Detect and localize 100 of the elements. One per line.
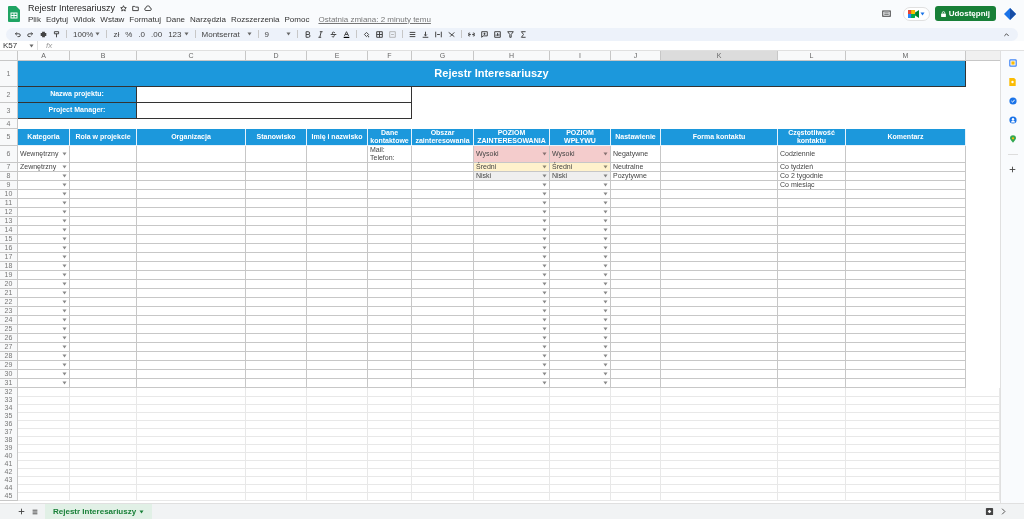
- dropdown-cell[interactable]: [474, 190, 550, 199]
- check-circle-icon[interactable]: [1008, 97, 1017, 105]
- note-icon[interactable]: [1009, 78, 1016, 86]
- contact-icon[interactable]: [1008, 116, 1017, 124]
- dropdown-cell[interactable]: [18, 217, 70, 226]
- percent-button[interactable]: %: [125, 29, 133, 39]
- menu-item[interactable]: Widok: [73, 14, 96, 25]
- diamond-icon[interactable]: [1004, 7, 1016, 20]
- sum-icon[interactable]: [519, 30, 527, 38]
- value-cell[interactable]: [137, 103, 412, 119]
- menu-item[interactable]: Dane: [165, 14, 186, 25]
- calendar-icon[interactable]: [1008, 59, 1017, 67]
- dropdown-cell[interactable]: [18, 289, 70, 298]
- dropdown-cell[interactable]: [18, 253, 70, 262]
- dropdown-cell[interactable]: [474, 379, 550, 388]
- chart-icon[interactable]: [493, 30, 501, 38]
- dropdown-cell[interactable]: [474, 352, 550, 361]
- text-wrap-icon[interactable]: [434, 30, 442, 38]
- dropdown-cell[interactable]: [550, 244, 611, 253]
- dropdown-cell[interactable]: [18, 226, 70, 235]
- dropdown-cell[interactable]: [550, 298, 611, 307]
- video-call-button[interactable]: [902, 6, 930, 21]
- dropdown-cell[interactable]: [550, 217, 611, 226]
- dropdown-cell[interactable]: [18, 172, 70, 181]
- borders-icon[interactable]: [375, 30, 383, 38]
- dropdown-cell[interactable]: [474, 316, 550, 325]
- dropdown-cell[interactable]: [18, 262, 70, 271]
- dropdown-cell[interactable]: [18, 280, 70, 289]
- menu-item[interactable]: Pomoc: [284, 14, 310, 25]
- dropdown-cell[interactable]: [550, 343, 611, 352]
- dropdown-cell[interactable]: [474, 289, 550, 298]
- last-edit-link[interactable]: Ostatnia zmiana: 2 minuty temu: [318, 14, 431, 25]
- dropdown-cell[interactable]: [18, 244, 70, 253]
- comment-icon[interactable]: [881, 9, 891, 18]
- star-icon[interactable]: [120, 4, 128, 12]
- dropdown-cell[interactable]: [474, 325, 550, 334]
- text-rotation-icon[interactable]: [447, 30, 455, 38]
- dropdown-cell[interactable]: [550, 307, 611, 316]
- dropdown-cell[interactable]: [550, 352, 611, 361]
- dropdown-cell[interactable]: [18, 235, 70, 244]
- dropdown-cell[interactable]: [18, 316, 70, 325]
- dropdown-cell[interactable]: [18, 181, 70, 190]
- list-icon[interactable]: [32, 508, 38, 515]
- dropdown-cell[interactable]: [474, 217, 550, 226]
- dropdown-cell[interactable]: [550, 190, 611, 199]
- explore-icon[interactable]: [985, 507, 994, 516]
- dropdown-cell[interactable]: [550, 361, 611, 370]
- fill-color-icon[interactable]: [362, 30, 370, 38]
- menu-item[interactable]: Plik: [28, 14, 41, 25]
- paint-format-icon[interactable]: [53, 30, 60, 38]
- document-title[interactable]: Rejestr Interesariuszy: [28, 2, 116, 14]
- dropdown-cell[interactable]: [474, 226, 550, 235]
- map-pin-icon[interactable]: [1009, 135, 1016, 143]
- italic-icon[interactable]: [316, 30, 324, 38]
- dropdown-cell[interactable]: [18, 370, 70, 379]
- dropdown-cell[interactable]: [550, 280, 611, 289]
- value-cell[interactable]: [137, 87, 412, 103]
- strikethrough-icon[interactable]: [329, 30, 337, 38]
- align-icon[interactable]: [408, 30, 416, 38]
- menu-item[interactable]: Edytuj: [45, 14, 69, 25]
- filter-icon[interactable]: [506, 30, 514, 38]
- dropdown-cell[interactable]: [550, 262, 611, 271]
- dropdown-cell[interactable]: [474, 181, 550, 190]
- dropdown-cell[interactable]: [550, 370, 611, 379]
- dropdown-cell[interactable]: [474, 298, 550, 307]
- dropdown-cell[interactable]: [474, 280, 550, 289]
- dropdown-cell[interactable]: [18, 334, 70, 343]
- menu-item[interactable]: Formatuj: [129, 14, 161, 25]
- dropdown-cell[interactable]: [550, 235, 611, 244]
- collapse-icon[interactable]: [1003, 30, 1010, 38]
- currency-button[interactable]: zł: [113, 29, 120, 39]
- sheet-tab[interactable]: Rejestr Interesariuszy: [45, 503, 153, 519]
- dropdown-cell[interactable]: [550, 325, 611, 334]
- dropdown-cell[interactable]: [474, 271, 550, 280]
- chevron-right-icon[interactable]: [1001, 508, 1006, 515]
- dropdown-cell[interactable]: [474, 334, 550, 343]
- dropdown-cell[interactable]: [474, 361, 550, 370]
- plus-icon[interactable]: [18, 508, 25, 515]
- undo-icon[interactable]: [14, 30, 21, 38]
- dropdown-cell[interactable]: [550, 334, 611, 343]
- link-icon[interactable]: [467, 30, 475, 38]
- dropdown-cell[interactable]: [18, 325, 70, 334]
- dropdown-cell[interactable]: [550, 271, 611, 280]
- dropdown-cell[interactable]: [550, 379, 611, 388]
- dropdown-cell[interactable]: [550, 199, 611, 208]
- menu-item[interactable]: Wstaw: [100, 14, 125, 25]
- dropdown-cell[interactable]: [474, 253, 550, 262]
- dropdown-cell[interactable]: [474, 262, 550, 271]
- dropdown-cell[interactable]: [474, 235, 550, 244]
- decrease-decimals-button[interactable]: .0: [138, 29, 146, 39]
- folder-icon[interactable]: [132, 4, 140, 12]
- share-button[interactable]: Udostępnij: [934, 6, 996, 21]
- zoom-dropdown[interactable]: 100%: [73, 29, 101, 39]
- dropdown-cell[interactable]: [18, 352, 70, 361]
- plus-icon[interactable]: [1009, 166, 1016, 173]
- vertical-align-icon[interactable]: [421, 30, 429, 38]
- font-size-dropdown[interactable]: 9: [264, 29, 291, 39]
- number-format-dropdown[interactable]: 123: [168, 29, 189, 39]
- dropdown-cell[interactable]: [474, 343, 550, 352]
- sheets-logo-icon[interactable]: [8, 5, 20, 22]
